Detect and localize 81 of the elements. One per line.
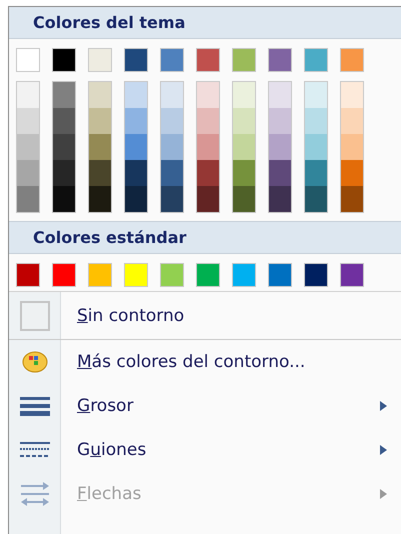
color-swatch[interactable] [305, 108, 327, 134]
color-swatch[interactable] [161, 108, 183, 134]
menu-item[interactable]: Más colores del contorno... [77, 352, 401, 372]
palette-icon [22, 350, 48, 374]
color-swatch[interactable] [197, 108, 219, 134]
color-swatch[interactable] [197, 134, 219, 160]
color-swatch[interactable] [53, 108, 75, 134]
color-swatch[interactable] [161, 134, 183, 160]
line-weight-icon [20, 396, 50, 416]
color-swatch[interactable] [17, 160, 39, 186]
color-swatch[interactable] [125, 186, 147, 212]
color-swatch[interactable] [341, 134, 363, 160]
color-swatch[interactable] [53, 160, 75, 186]
color-swatch[interactable] [197, 186, 219, 212]
color-swatch[interactable] [161, 160, 183, 186]
color-swatch[interactable] [233, 186, 255, 212]
color-swatch[interactable] [125, 108, 147, 134]
color-swatch[interactable] [196, 48, 220, 72]
color-swatch[interactable] [341, 108, 363, 134]
color-swatch[interactable] [268, 48, 292, 72]
color-swatch[interactable] [305, 82, 327, 108]
color-swatch[interactable] [196, 263, 220, 287]
color-swatch[interactable] [269, 134, 291, 160]
menu-item[interactable]: Sin contorno [77, 306, 401, 326]
color-swatch[interactable] [89, 134, 111, 160]
color-swatch[interactable] [52, 263, 76, 287]
color-swatch[interactable] [305, 134, 327, 160]
color-swatch[interactable] [305, 186, 327, 212]
color-swatch[interactable] [233, 134, 255, 160]
color-swatch[interactable] [232, 48, 256, 72]
color-swatch[interactable] [52, 48, 76, 72]
color-swatch[interactable] [304, 48, 328, 72]
color-swatch[interactable] [160, 48, 184, 72]
color-swatch[interactable] [233, 108, 255, 134]
color-swatch[interactable] [341, 82, 363, 108]
color-swatch[interactable] [17, 186, 39, 212]
color-swatch[interactable] [89, 82, 111, 108]
color-swatch[interactable] [341, 160, 363, 186]
menu-item[interactable]: Grosor [77, 396, 380, 416]
color-swatch[interactable] [268, 263, 292, 287]
color-swatch[interactable] [17, 82, 39, 108]
color-swatch[interactable] [233, 160, 255, 186]
color-swatch[interactable] [89, 160, 111, 186]
color-swatch[interactable] [341, 186, 363, 212]
color-swatch[interactable] [125, 160, 147, 186]
color-swatch[interactable] [124, 263, 148, 287]
color-swatch[interactable] [304, 263, 328, 287]
color-swatch[interactable] [160, 263, 184, 287]
color-swatch[interactable] [161, 82, 183, 108]
color-swatch[interactable] [89, 186, 111, 212]
color-swatch[interactable] [16, 48, 40, 72]
color-swatch[interactable] [16, 263, 40, 287]
color-swatch[interactable] [125, 134, 147, 160]
color-swatch[interactable] [88, 263, 112, 287]
color-swatch[interactable] [161, 186, 183, 212]
color-swatch[interactable] [269, 108, 291, 134]
color-swatch[interactable] [53, 186, 75, 212]
color-swatch[interactable] [269, 186, 291, 212]
color-swatch[interactable] [340, 263, 364, 287]
menu-item[interactable]: Guiones [77, 440, 380, 460]
color-swatch[interactable] [269, 82, 291, 108]
color-swatch[interactable] [340, 48, 364, 72]
dash-style-icon [20, 441, 50, 459]
color-swatch[interactable] [124, 48, 148, 72]
color-swatch[interactable] [197, 82, 219, 108]
color-swatch[interactable] [89, 108, 111, 134]
section-heading: Colores estándar [9, 221, 401, 254]
color-swatch[interactable] [17, 108, 39, 134]
no-color-swatch-icon [20, 300, 50, 330]
color-swatch[interactable] [88, 48, 112, 72]
color-swatch[interactable] [17, 134, 39, 160]
color-swatch[interactable] [53, 82, 75, 108]
arrows-icon [20, 481, 50, 507]
color-swatch[interactable] [233, 82, 255, 108]
color-swatch[interactable] [53, 134, 75, 160]
color-swatch[interactable] [269, 160, 291, 186]
color-swatch[interactable] [305, 160, 327, 186]
color-swatch[interactable] [125, 82, 147, 108]
color-swatch[interactable] [197, 160, 219, 186]
color-swatch[interactable] [232, 263, 256, 287]
section-heading: Colores del tema [9, 7, 401, 39]
